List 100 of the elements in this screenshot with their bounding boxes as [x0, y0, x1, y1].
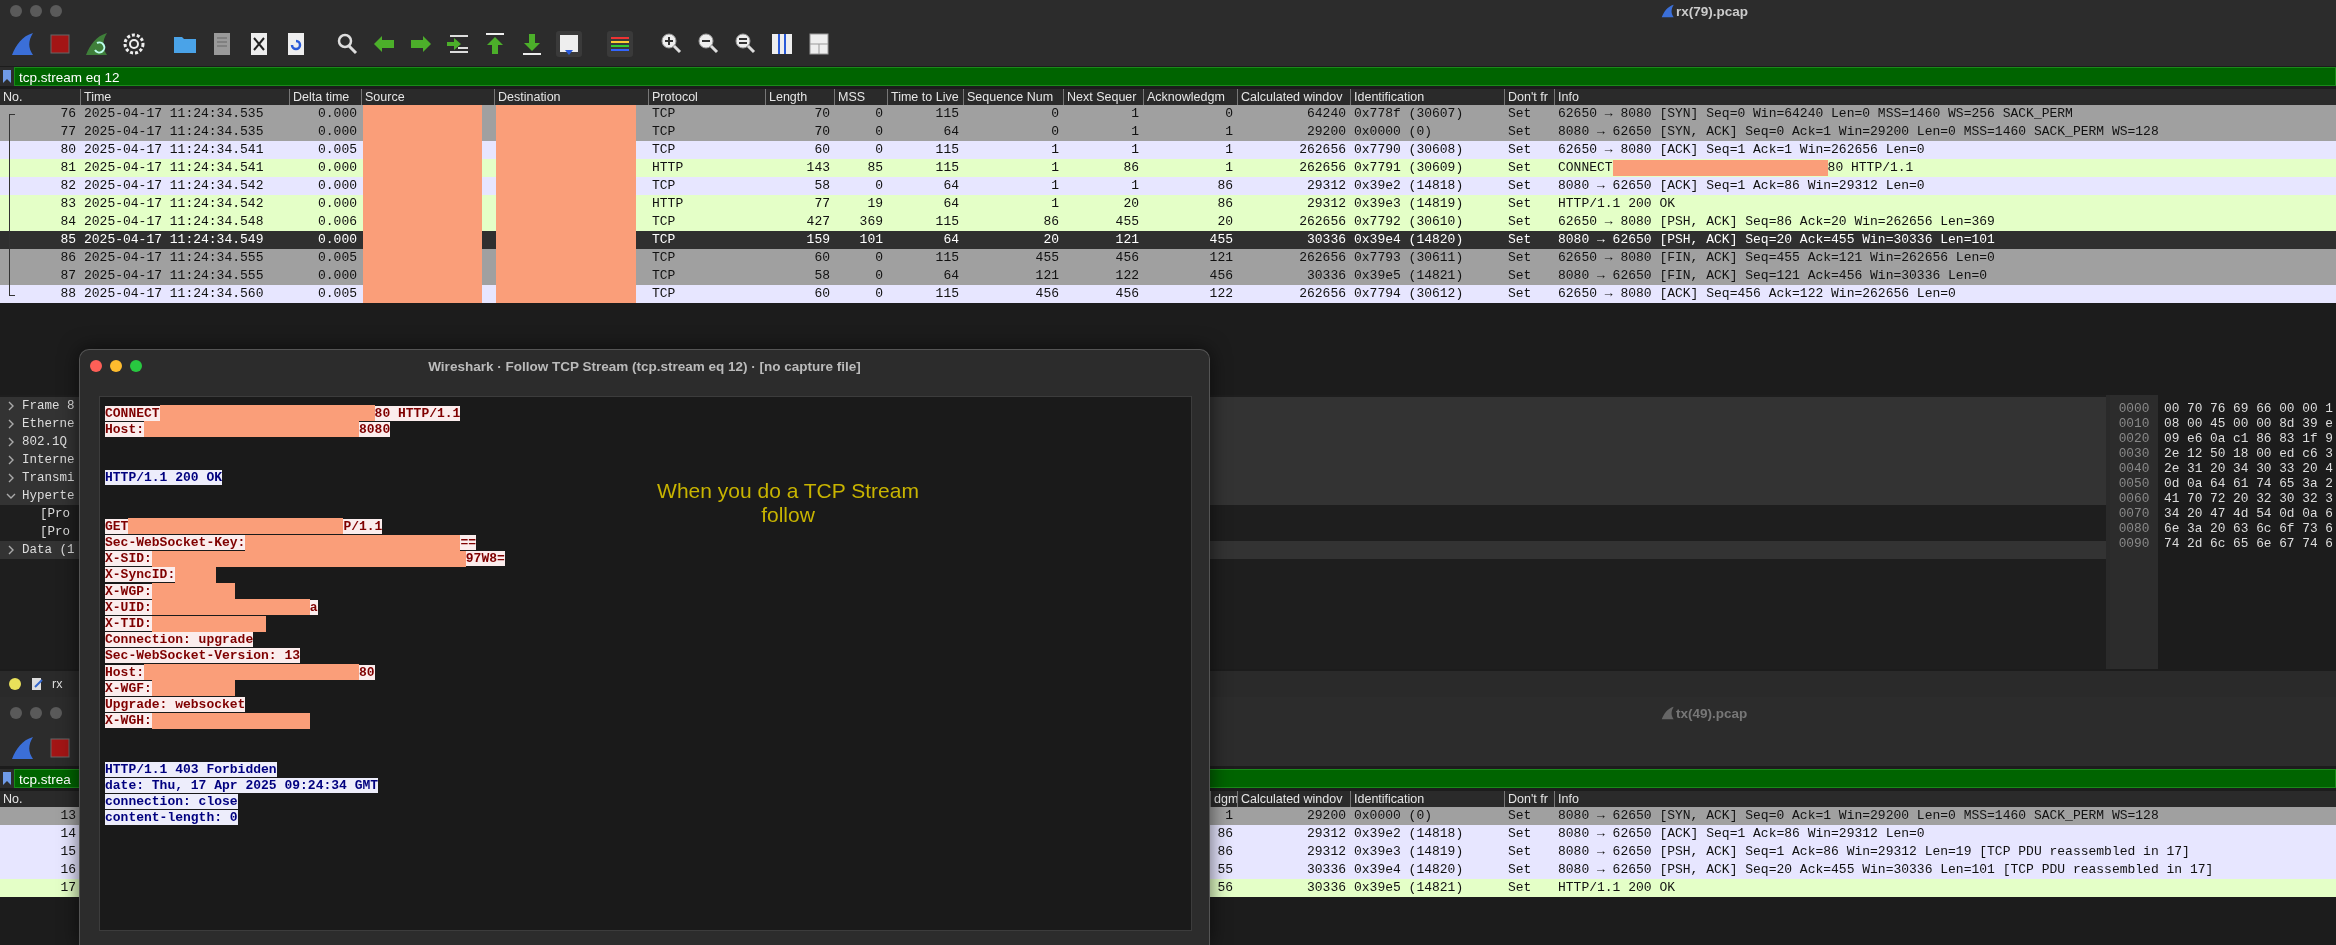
table-cell-text: 0.000 [317, 105, 358, 123]
table-cell-text: 0 [874, 249, 884, 267]
table-cell-text: 0x7793 (30611) [1353, 249, 1465, 267]
server-text: HTTP/1.1 200 OK [105, 470, 223, 486]
table-cell-text: HTTP/1.1 200 OK [1557, 195, 1677, 213]
table-cell-text: 85 [866, 159, 884, 177]
table-cell-text: 1 [1050, 141, 1060, 159]
table-cell-text: 20 [1216, 213, 1234, 231]
byte-offset: 0050 [2117, 476, 2151, 491]
table-cell-text: 88 [59, 285, 77, 303]
table-cell-text: 0x39e5 (14821) [1353, 267, 1465, 285]
table-cell-text: 64 [942, 177, 960, 195]
table-cell-text: 2025-04-17 11:24:34.555 [83, 249, 265, 267]
table-cell-text: 55 [1216, 861, 1234, 879]
table-cell-text: 2025-04-17 11:24:34.555 [83, 267, 265, 285]
table-cell-text: 456 [1208, 267, 1234, 285]
table-cell-text: 455 [1208, 231, 1234, 249]
table-cell-text: 62650 → 8080 [ACK] Seq=456 Ack=122 Win=262656 Len=0 [1557, 285, 1957, 303]
table-cell-text: 369 [858, 213, 884, 231]
client-text: Host: [105, 664, 144, 680]
table-cell-text: 62650 → 8080 [PSH, ACK] Seq=86 Ack=20 Win=262656 Len=369 [1557, 213, 1996, 231]
table-cell-text: 0.000 [317, 159, 358, 177]
table-cell-text: 8080 → 62650 [SYN, ACK] Seq=0 Ack=1 Win=29200 Len=0 MSS=1460 SACK_PERM WS=128 [1557, 807, 2160, 825]
client-text: 8080 [359, 421, 391, 437]
table-cell-text: HTTP/1.1 200 OK [1557, 879, 1677, 897]
table-cell-text: 1 [1050, 195, 1060, 213]
hex-bytes: 6e 3a 20 63 6c 6f 73 6 [2164, 521, 2333, 536]
client-text: a [309, 599, 318, 615]
client-text: Sec-WebSocket-Version: 13 [105, 648, 301, 664]
hex-bytes: 2e 12 50 18 00 ed c6 3 [2164, 446, 2333, 461]
table-cell-text: 8080 → 62650 [PSH, ACK] Seq=20 Ack=455 Win=30336 Len=101 [1557, 231, 1996, 249]
table-cell-text: 115 [934, 285, 960, 303]
table-cell-text: 0.005 [317, 249, 358, 267]
table-cell-text: 0 [874, 105, 884, 123]
table-cell-text: 17 [59, 879, 77, 897]
table-cell-text: Set [1507, 267, 1533, 285]
table-cell-text: 86 [59, 249, 77, 267]
table-cell-text: 30336 [1306, 267, 1347, 285]
table-cell-text: 455 [1034, 249, 1060, 267]
table-cell-text: 20 [1042, 231, 1060, 249]
table-cell-text: 1 [1224, 123, 1234, 141]
table-cell-text: 0x7794 (30612) [1353, 285, 1465, 303]
client-text: X-SyncID: [105, 567, 176, 583]
table-cell-text: 29312 [1306, 843, 1347, 861]
byte-offset: 0000 [2117, 401, 2151, 416]
table-cell-text: 0x7792 (30610) [1353, 213, 1465, 231]
table-cell-text: 1 [1130, 123, 1140, 141]
client-text: X-SID: [105, 551, 152, 567]
table-cell-text: 58 [813, 267, 831, 285]
table-cell-text: Set [1507, 213, 1533, 231]
table-cell-text: 8080 → 62650 [ACK] Seq=1 Ack=86 Win=29312 Len=0 [1557, 177, 1926, 195]
server-text: HTTP/1.1 403 Forbidden [105, 761, 277, 777]
table-cell-text: 64 [942, 231, 960, 249]
table-cell-text: 84 [59, 213, 77, 231]
client-text: == [460, 535, 477, 551]
table-cell-text: 62650 → 8080 [ACK] Seq=1 Ack=1 Win=262656 Len=0 [1557, 141, 1926, 159]
table-cell-text: Set [1507, 285, 1533, 303]
table-cell-text: 76 [59, 105, 77, 123]
client-text: CONNECT [105, 405, 160, 421]
table-cell-text: 62650 → 8080 [SYN] Seq=0 Win=64240 Len=0 MSS=1460 WS=256 SACK_PERM [1557, 105, 2074, 123]
table-cell-text: 29200 [1306, 807, 1347, 825]
table-cell-text: 456 [1114, 249, 1140, 267]
table-cell-text: 8080 → 62650 [SYN, ACK] Seq=0 Ack=1 Win=29200 Len=0 MSS=1460 SACK_PERM WS=128 [1557, 123, 2160, 141]
table-cell-text: 0x39e4 (14820) [1353, 861, 1465, 879]
hex-bytes: 2e 31 20 34 30 33 20 4 [2164, 461, 2333, 476]
table-cell-text: Set [1507, 825, 1533, 843]
table-cell-text: 30336 [1306, 861, 1347, 879]
table-cell-text: 0 [874, 267, 884, 285]
table-cell-text: 0.000 [317, 231, 358, 249]
table-cell-text: 159 [805, 231, 831, 249]
table-cell-text: 29200 [1306, 123, 1347, 141]
table-cell-text: 60 [813, 249, 831, 267]
table-cell-text: Set [1507, 195, 1533, 213]
table-cell: 80 HTTP/1.1 [1827, 159, 1914, 177]
hex-bytes: 08 00 45 00 00 8d 39 e [2164, 416, 2333, 431]
table-cell-text: 115 [934, 213, 960, 231]
table-cell-text: 30336 [1306, 231, 1347, 249]
byte-offset: 0070 [2117, 506, 2151, 521]
table-cell-text: 0x39e2 (14818) [1353, 177, 1465, 195]
table-cell-text: 81 [59, 159, 77, 177]
table-cell-text: TCP [651, 123, 677, 141]
table-cell-text: 0.000 [317, 177, 358, 195]
table-cell-text: 56 [1216, 879, 1234, 897]
byte-offset: 0090 [2117, 536, 2151, 551]
table-cell-text: 0.000 [317, 195, 358, 213]
annotation-text: When you do a TCP Stream follow [656, 479, 920, 527]
table-cell-text: Set [1507, 249, 1533, 267]
table-cell-text: Set [1507, 843, 1533, 861]
table-cell-text: 77 [813, 195, 831, 213]
table-cell-text: 0.005 [317, 141, 358, 159]
table-cell-text: 86 [1216, 843, 1234, 861]
table-cell-text: 0.000 [317, 267, 358, 285]
table-cell-text: 8080 → 62650 [PSH, ACK] Seq=1 Ack=86 Win=29312 Len=19 [TCP PDU reassembled in 17] [1557, 843, 2191, 861]
table-cell-text: Set [1507, 123, 1533, 141]
table-cell-text: 121 [1034, 267, 1060, 285]
table-cell-text: 262656 [1298, 159, 1347, 177]
table-cell-text: 60 [813, 285, 831, 303]
client-text: X-WGP: [105, 583, 152, 599]
client-text: 97W8= [465, 551, 505, 567]
table-cell-text: 2025-04-17 11:24:34.535 [83, 105, 265, 123]
